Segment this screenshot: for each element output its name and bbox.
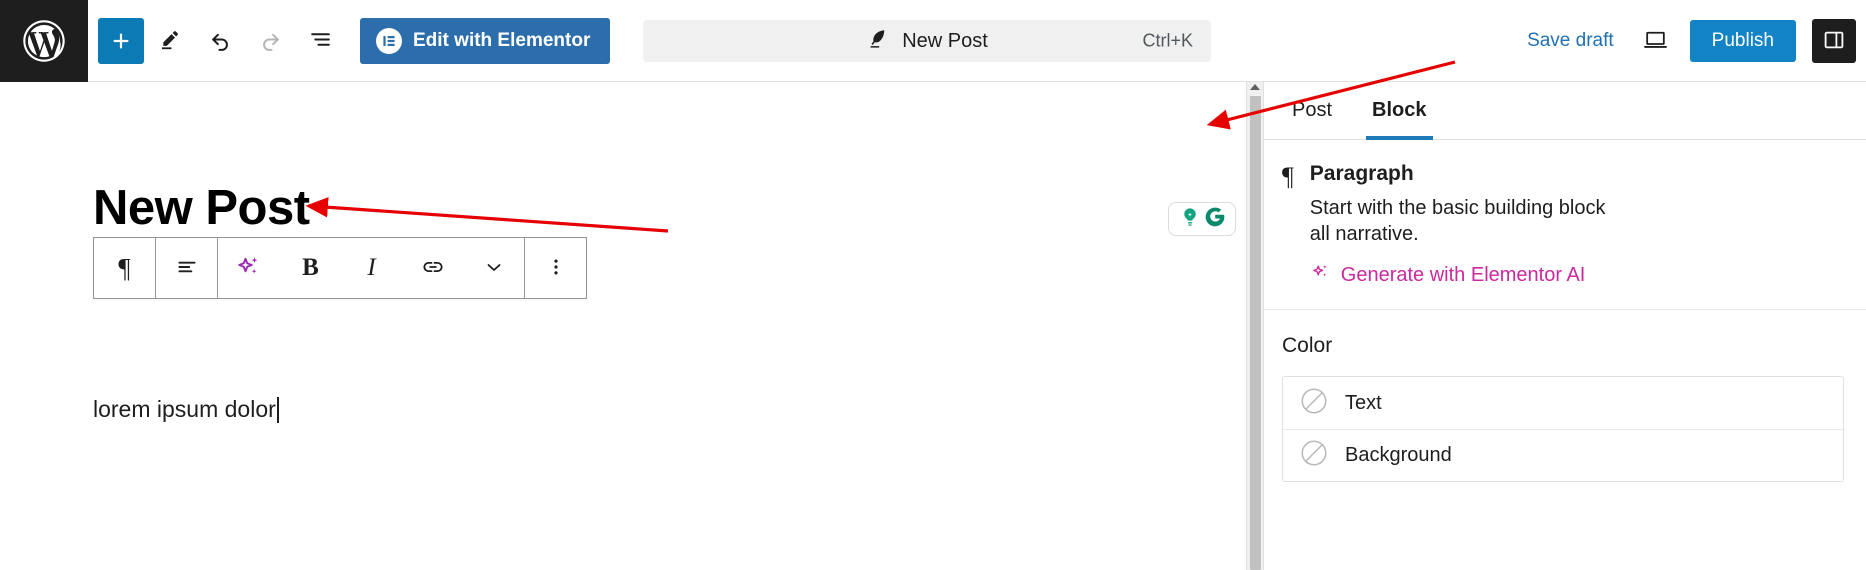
block-description-line-1: Start with the basic building block bbox=[1309, 197, 1606, 219]
grammarly-g-icon bbox=[1204, 206, 1226, 233]
block-info-body: Paragraph Start with the basic building … bbox=[1310, 162, 1842, 289]
bold-button[interactable]: B bbox=[280, 238, 341, 298]
list-view-icon bbox=[308, 27, 333, 55]
italic-button[interactable]: I bbox=[341, 238, 402, 298]
undo-button[interactable] bbox=[196, 17, 244, 65]
paragraph-block-text: lorem ipsum dolor bbox=[93, 396, 276, 422]
ai-sparkles-icon bbox=[1310, 261, 1332, 289]
paragraph-icon: ¶ bbox=[1282, 162, 1294, 191]
ai-sparkles-icon bbox=[234, 252, 264, 285]
more-formatting-button[interactable] bbox=[463, 238, 524, 298]
align-left-icon bbox=[174, 254, 200, 283]
settings-sidebar-toggle-button[interactable] bbox=[1812, 19, 1856, 63]
canvas-vertical-scrollbar[interactable] bbox=[1246, 82, 1263, 570]
post-title-field[interactable]: New Post bbox=[93, 180, 310, 236]
elementor-ai-button[interactable] bbox=[218, 238, 280, 298]
header-tool-group bbox=[88, 17, 344, 65]
align-text-button[interactable] bbox=[156, 238, 217, 298]
save-draft-button[interactable]: Save draft bbox=[1513, 22, 1628, 60]
command-bar-inner: New Post bbox=[866, 27, 988, 56]
block-type-paragraph-button[interactable]: ¶ bbox=[94, 238, 155, 298]
wordpress-block-editor: Edit with Elementor New Post Ctrl+K Save… bbox=[0, 0, 1866, 570]
command-bar-shortcut: Ctrl+K bbox=[1142, 30, 1193, 51]
grammarly-widget[interactable] bbox=[1168, 202, 1236, 236]
wordpress-logo-icon bbox=[21, 18, 67, 64]
publish-button[interactable]: Publish bbox=[1689, 20, 1796, 62]
block-options-button[interactable] bbox=[525, 238, 586, 298]
list-view-button[interactable] bbox=[296, 17, 344, 65]
editor-header-bar: Edit with Elementor New Post Ctrl+K Save… bbox=[0, 0, 1866, 82]
chevron-down-icon bbox=[482, 255, 506, 282]
add-block-button[interactable] bbox=[98, 17, 144, 64]
quill-pen-icon bbox=[866, 27, 890, 56]
pencil-icon bbox=[159, 28, 182, 54]
color-settings-section: Color Text Background bbox=[1264, 310, 1866, 482]
laptop-preview-icon bbox=[1642, 26, 1669, 56]
sidebar-tab-list: Post Block bbox=[1264, 82, 1866, 140]
color-row-text[interactable]: Text bbox=[1283, 377, 1843, 429]
no-color-swatch-icon bbox=[1299, 386, 1329, 421]
block-info-description: Start with the basic building block all … bbox=[1310, 195, 1842, 247]
tab-block[interactable]: Block bbox=[1352, 82, 1446, 140]
text-cursor-caret bbox=[276, 396, 279, 423]
vertical-dots-icon bbox=[545, 256, 567, 281]
lightbulb-icon bbox=[1179, 206, 1201, 233]
paragraph-icon: ¶ bbox=[118, 252, 131, 283]
block-info-card: ¶ Paragraph Start with the basic buildin… bbox=[1264, 140, 1866, 310]
preview-device-button[interactable] bbox=[1632, 17, 1680, 65]
paragraph-block-content[interactable]: lorem ipsum dolor bbox=[93, 396, 279, 423]
header-actions: Save draft Publish bbox=[1513, 0, 1856, 82]
edit-with-elementor-button[interactable]: Edit with Elementor bbox=[360, 17, 611, 64]
color-row-background[interactable]: Background bbox=[1283, 429, 1843, 481]
elementor-logo-icon bbox=[376, 27, 402, 54]
generate-with-elementor-ai-label: Generate with Elementor AI bbox=[1340, 263, 1586, 286]
edit-with-elementor-label: Edit with Elementor bbox=[413, 29, 591, 51]
tools-pencil-button[interactable] bbox=[146, 17, 194, 65]
italic-icon: I bbox=[367, 254, 376, 281]
scroll-up-arrow-icon[interactable] bbox=[1250, 84, 1260, 90]
editor-canvas: New Post ¶ B I lorem ipsum dolor bbox=[0, 82, 1246, 570]
wordpress-logo-button[interactable] bbox=[0, 0, 88, 82]
scrollbar-thumb[interactable] bbox=[1250, 96, 1261, 570]
link-button[interactable] bbox=[402, 238, 463, 298]
no-color-swatch-icon bbox=[1299, 438, 1329, 473]
redo-button[interactable] bbox=[246, 17, 294, 65]
block-toolbar: ¶ B I bbox=[93, 237, 587, 299]
color-section-heading: Color bbox=[1282, 334, 1333, 357]
block-description-line-2: all narrative. bbox=[1309, 223, 1419, 245]
block-info-title: Paragraph bbox=[1309, 162, 1414, 185]
command-bar-title: New Post bbox=[902, 29, 988, 52]
color-row-background-label: Background bbox=[1345, 444, 1452, 466]
generate-with-elementor-ai-button[interactable]: Generate with Elementor AI bbox=[1310, 261, 1586, 289]
bold-icon: B bbox=[302, 254, 319, 281]
settings-sidebar: Post Block ¶ Paragraph Start with the ba… bbox=[1263, 82, 1866, 570]
sidebar-panel-icon bbox=[1822, 28, 1846, 55]
command-palette-bar[interactable]: New Post Ctrl+K bbox=[643, 20, 1211, 62]
undo-arrow-icon bbox=[208, 27, 233, 55]
link-icon bbox=[420, 254, 446, 283]
color-options-list: Text Background bbox=[1282, 376, 1844, 482]
color-row-text-label: Text bbox=[1345, 391, 1382, 414]
redo-arrow-icon bbox=[258, 27, 283, 55]
tab-post[interactable]: Post bbox=[1272, 82, 1352, 139]
